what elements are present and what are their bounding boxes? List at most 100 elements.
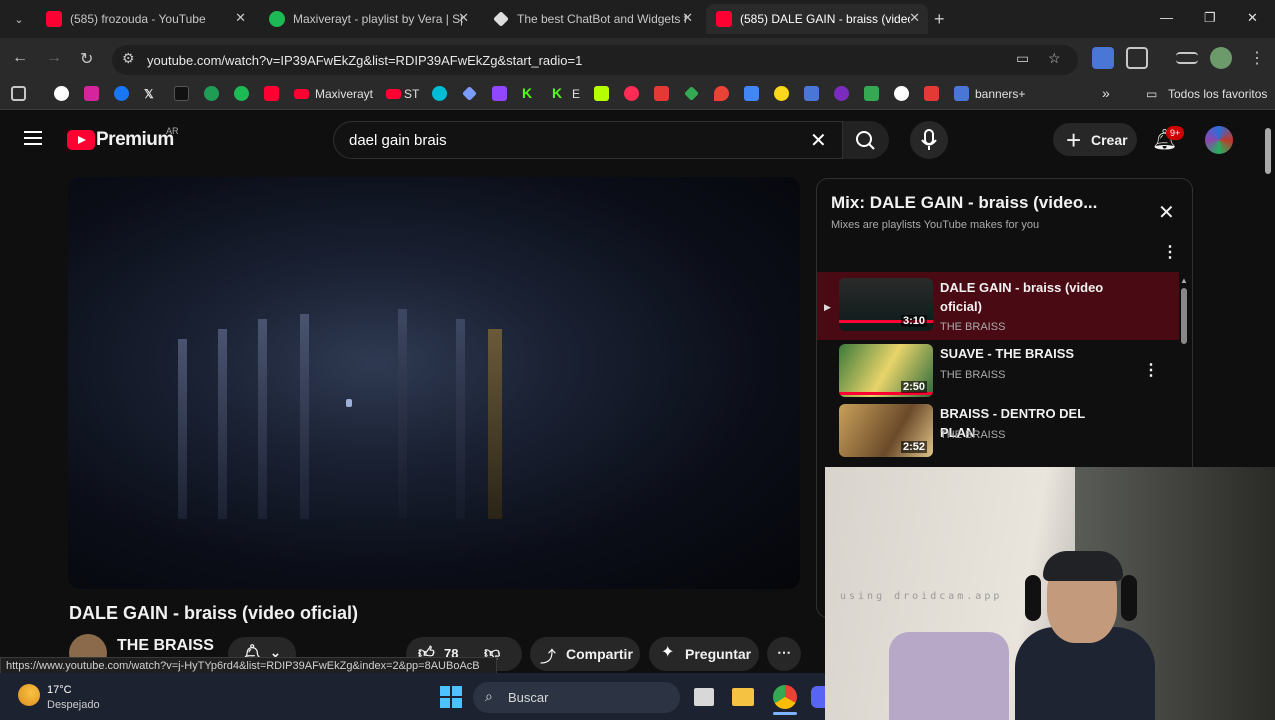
voice-search-button[interactable] [910, 121, 948, 159]
tab-frozouda[interactable]: (585) frozouda - YouTube ✕ [36, 4, 254, 34]
new-tab-button[interactable]: + [934, 9, 945, 30]
premium-logo-text[interactable]: Premium [96, 129, 174, 151]
close-panel-icon[interactable]: ✕ [1158, 200, 1175, 225]
mix-title[interactable]: Mix: DALE GAIN - braiss (video... [831, 193, 1111, 213]
media-control-icon[interactable] [1176, 52, 1198, 64]
link-status-bar: https://www.youtube.com/watch?v=j-HyTYp6… [0, 657, 497, 674]
d-app-icon[interactable] [594, 86, 609, 101]
bookmark-star-icon[interactable]: ☆ [1048, 50, 1061, 67]
badge-65-icon[interactable] [204, 86, 219, 101]
playlist-item[interactable]: 2:50 SUAVE - THE BRAISS THE BRAISS ⋮ [817, 340, 1179, 400]
facebook-icon[interactable] [114, 86, 129, 101]
panel-scrollbar-thumb[interactable] [1181, 288, 1187, 344]
kick-icon[interactable]: K [552, 85, 562, 101]
menu-icon[interactable] [24, 131, 42, 145]
account-avatar[interactable] [1205, 126, 1233, 154]
youtube-logo-icon[interactable] [67, 130, 95, 150]
google-app-icon[interactable] [744, 86, 759, 101]
all-bookmarks-link[interactable]: Todos los favoritos [1168, 87, 1267, 101]
more-actions-icon[interactable]: ⋯ [767, 637, 801, 671]
canva-icon[interactable] [432, 86, 447, 101]
close-window-button[interactable]: ✕ [1247, 10, 1258, 26]
video-frame-detail [488, 329, 502, 519]
discord-icon[interactable] [811, 686, 825, 708]
forward-button[interactable]: → [46, 49, 62, 67]
bookmark-maxiverayt[interactable]: Maxiverayt [315, 87, 373, 101]
download-icon[interactable] [924, 86, 939, 101]
youtube-icon[interactable] [294, 89, 309, 99]
sheets-icon[interactable] [864, 86, 879, 101]
tab-search-button[interactable]: ⌄ [6, 6, 32, 32]
more-bookmarks-icon[interactable]: » [1102, 85, 1110, 101]
restore-button[interactable]: ❐ [1204, 10, 1216, 26]
gmail-icon[interactable] [654, 86, 669, 101]
folder-icon[interactable]: ▭ [1146, 87, 1157, 101]
scroll-up-icon[interactable]: ▲ [1180, 276, 1188, 285]
chrome-icon[interactable] [773, 685, 797, 709]
weather-temp[interactable]: 17°C [47, 684, 72, 696]
translate-extension-icon[interactable] [1092, 47, 1114, 69]
create-button[interactable]: Crear [1053, 123, 1137, 156]
taskbar-search[interactable]: Buscar [473, 682, 680, 713]
file-explorer-icon[interactable] [732, 688, 754, 706]
address-bar[interactable]: ⚙ youtube.com/watch?v=IP39AFwEkZg&list=R… [112, 45, 1078, 75]
bookmark-e[interactable]: E [572, 87, 580, 101]
video-player[interactable] [68, 177, 800, 589]
item-channel: THE BRAISS [940, 369, 1006, 381]
site-info-icon[interactable]: ⚙ [122, 50, 135, 67]
windows-start-icon[interactable] [440, 686, 462, 708]
weather-desc[interactable]: Despejado [47, 699, 100, 711]
close-tab-icon[interactable]: ✕ [682, 10, 693, 26]
page-scrollbar-thumb[interactable] [1265, 128, 1271, 174]
panel-more-icon[interactable]: ⋮ [1162, 242, 1178, 262]
task-view-icon[interactable] [694, 688, 714, 706]
close-tab-icon[interactable]: ✕ [909, 10, 920, 26]
google-icon[interactable] [54, 86, 69, 101]
close-tab-icon[interactable]: ✕ [235, 10, 246, 26]
twitch-icon[interactable] [492, 86, 507, 101]
tab-chatbot[interactable]: The best ChatBot and Widgets for ✕ [483, 4, 701, 34]
reload-button[interactable]: ↻ [80, 49, 93, 69]
playlist-item[interactable]: ▶ 3:10 DALE GAIN - braiss (video oficial… [817, 272, 1179, 340]
instagram-icon[interactable] [84, 86, 99, 101]
install-app-icon[interactable]: ▭ [1016, 50, 1029, 67]
translate-icon[interactable] [804, 86, 819, 101]
video-frame-detail [398, 309, 407, 519]
playlist-item[interactable]: 2:52 BRAISS - DENTRO DEL PLAN THE BRAISS [817, 400, 1179, 460]
purple-app-icon[interactable] [834, 86, 849, 101]
mix-subtitle: Mixes are playlists YouTube makes for yo… [831, 219, 1040, 231]
kick-icon[interactable]: K [522, 85, 532, 101]
bookmark-st[interactable]: ST [404, 87, 419, 101]
microphone-icon [921, 129, 937, 150]
chrome-menu-icon[interactable]: ⋮ [1249, 48, 1265, 68]
music-icon[interactable] [624, 86, 639, 101]
search-button[interactable] [843, 121, 889, 159]
video-thumbnail[interactable]: 2:50 [839, 344, 933, 397]
spotify-icon[interactable] [234, 86, 249, 101]
circle-app-icon[interactable] [894, 86, 909, 101]
video-frame-detail [300, 314, 309, 519]
banners-icon[interactable] [954, 86, 969, 101]
back-button[interactable]: ← [12, 49, 28, 67]
bookmark-banners[interactable]: banners+ [975, 87, 1025, 101]
apps-grid-icon[interactable] [11, 86, 26, 101]
close-tab-icon[interactable]: ✕ [458, 10, 469, 26]
video-thumbnail[interactable]: 3:10 [839, 278, 933, 331]
clear-search-icon[interactable]: ✕ [810, 128, 827, 153]
profile-avatar[interactable] [1210, 47, 1232, 69]
tiktok-icon[interactable] [174, 86, 189, 101]
extension-icon[interactable] [774, 86, 789, 101]
youtube-icon[interactable] [264, 86, 279, 101]
extensions-icon[interactable] [1126, 47, 1148, 69]
tab-spotify[interactable]: Maxiverayt - playlist by Vera | Spotify … [259, 4, 477, 34]
item-menu-icon[interactable]: ⋮ [1143, 360, 1159, 380]
maps-icon[interactable] [714, 86, 729, 101]
minimize-button[interactable]: — [1160, 10, 1173, 25]
channel-name[interactable]: THE BRAISS [117, 637, 214, 655]
video-thumbnail[interactable]: 2:52 [839, 404, 933, 457]
search-input[interactable]: dael gain brais ✕ [333, 121, 843, 159]
panel-scrollbar[interactable]: ▲ [1180, 276, 1189, 466]
tab-dale-gain[interactable]: (585) DALE GAIN - braiss (video oficial)… [706, 4, 928, 34]
youtube-icon[interactable] [386, 89, 401, 99]
x-icon[interactable]: 𝕏 [144, 87, 154, 101]
